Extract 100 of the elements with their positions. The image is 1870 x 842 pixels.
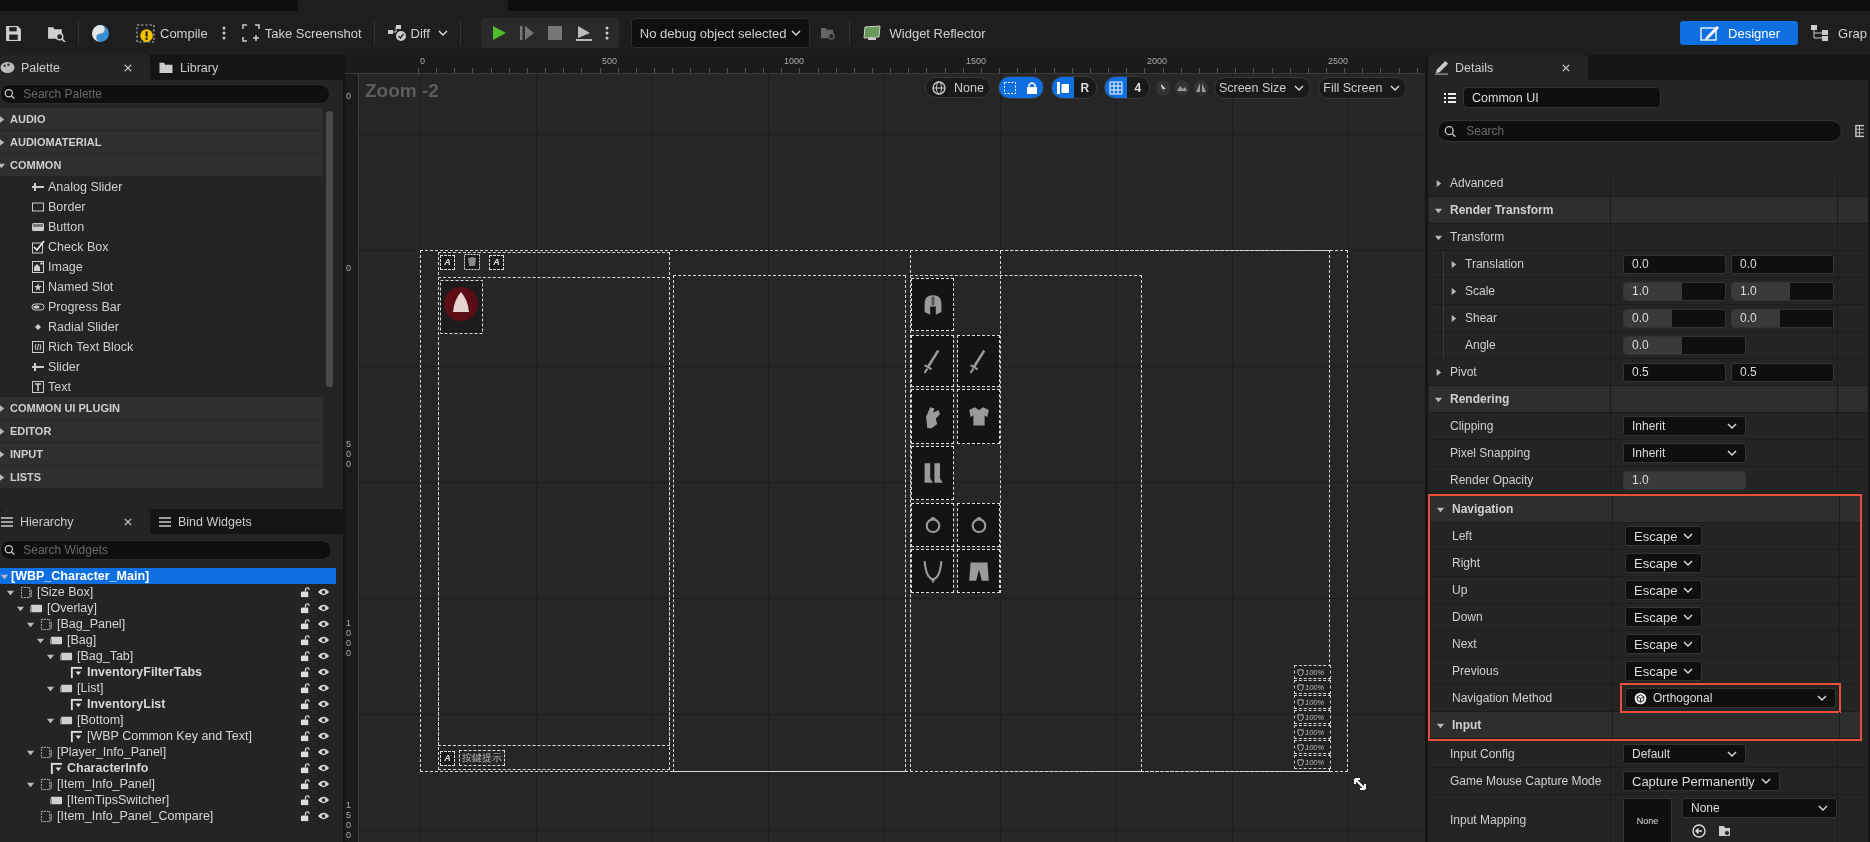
lock-icon[interactable]	[300, 794, 311, 806]
eye-icon[interactable]	[317, 619, 330, 629]
category-field[interactable]: Common UI	[1463, 87, 1661, 108]
debug-object-dropdown[interactable]: No debug object selected	[630, 18, 810, 48]
tree-item[interactable]: [List]	[0, 680, 336, 696]
number-field[interactable]: 1.0	[1623, 281, 1726, 301]
eject-icon[interactable]	[574, 25, 593, 41]
equipment-slot[interactable]	[957, 389, 1000, 444]
tree-item[interactable]: [Bottom]	[0, 712, 336, 728]
palette-item[interactable]: Button	[0, 217, 323, 237]
diff-button[interactable]: Diff	[386, 24, 448, 42]
close-icon[interactable]	[1562, 63, 1570, 72]
palette-category[interactable]: COMMON	[0, 154, 323, 177]
tree-item[interactable]: [Player_Info_Panel]	[0, 744, 336, 760]
lock-icon[interactable]	[300, 746, 311, 758]
mirror-icon[interactable]	[1192, 79, 1209, 96]
search-field[interactable]: Search Palette	[0, 84, 330, 104]
lock-icon[interactable]	[300, 778, 311, 790]
view-toggle[interactable]	[1051, 77, 1074, 98]
dropdown[interactable]: Escape	[1625, 607, 1703, 627]
lock-icon[interactable]	[300, 666, 311, 678]
search-input[interactable]: Search	[1464, 123, 1841, 139]
palette-item[interactable]: Analog Slider	[0, 177, 323, 197]
tree-item[interactable]: CharacterInfo	[0, 760, 336, 776]
asset-thumbnail[interactable]: None	[1623, 797, 1672, 842]
resize-arrow-icon[interactable]	[1353, 777, 1367, 791]
equipment-slot[interactable]	[911, 503, 954, 547]
lock-icon[interactable]	[300, 762, 311, 774]
equipment-slot[interactable]	[911, 278, 954, 331]
text-widget[interactable]: A	[440, 750, 455, 766]
mode-tab[interactable]: Grap	[1810, 21, 1867, 45]
tree-item[interactable]: [Item_Info_Panel]	[0, 776, 336, 792]
search-input[interactable]: Search Palette	[21, 86, 329, 102]
palette-item[interactable]: Progress Bar	[0, 297, 323, 317]
caret-icon[interactable]	[0, 403, 6, 413]
eye-icon[interactable]	[317, 683, 330, 693]
fill-screen-dropdown[interactable]: Fill Screen	[1318, 76, 1408, 99]
browse-folder-icon[interactable]	[1718, 823, 1732, 838]
equipment-slot[interactable]	[957, 503, 1000, 547]
eye-icon[interactable]	[317, 651, 330, 661]
caret-icon[interactable]	[1434, 178, 1443, 188]
caret-icon[interactable]	[0, 472, 6, 482]
stop-icon[interactable]	[546, 25, 563, 41]
equipment-slot[interactable]	[957, 335, 1000, 387]
save-icon[interactable]	[5, 24, 22, 42]
key-hint-text[interactable]: 按鍵提示	[459, 750, 505, 766]
caret-icon[interactable]	[0, 137, 6, 147]
number-field[interactable]: 0.0	[1623, 335, 1746, 355]
number-field[interactable]: 0.0	[1623, 254, 1726, 274]
view-toggle[interactable]: 4	[1126, 77, 1149, 98]
panel-tab[interactable]: Bind Widgets	[150, 509, 300, 534]
picture-icon[interactable]	[1173, 79, 1190, 96]
equipment-slot[interactable]	[911, 389, 954, 444]
palette-category[interactable]: AUDIO	[0, 108, 323, 131]
dropdown[interactable]: Inherit	[1623, 443, 1746, 463]
palette-category[interactable]: LISTS	[0, 466, 323, 489]
text-widget[interactable]: A	[440, 254, 455, 270]
folder-search-icon[interactable]	[819, 25, 837, 41]
world-button[interactable]: None	[925, 77, 991, 98]
cursor-icon[interactable]	[1154, 79, 1171, 96]
scrollbar[interactable]	[326, 111, 333, 387]
text-widget[interactable]: A	[489, 254, 504, 270]
lock-icon[interactable]	[300, 650, 311, 662]
palette-category[interactable]: COMMON UI PLUGIN	[0, 397, 323, 420]
dropdown[interactable]: Orthogonal	[1625, 688, 1836, 708]
number-field[interactable]: 0.0	[1623, 308, 1726, 328]
tree-item[interactable]: InventoryList	[0, 696, 336, 712]
palette-item[interactable]: Rich Text Block	[0, 337, 323, 357]
dropdown[interactable]: Escape	[1625, 580, 1703, 600]
lock-icon[interactable]	[300, 586, 311, 598]
number-field[interactable]: 0.0	[1731, 254, 1834, 274]
emblem-icon[interactable]	[440, 280, 483, 334]
browse-icon[interactable]	[47, 24, 66, 42]
caret-icon[interactable]	[0, 426, 6, 436]
palette-item[interactable]: Image	[0, 257, 323, 277]
settings-globe-icon[interactable]	[91, 23, 110, 43]
view-toggle[interactable]	[1104, 77, 1127, 98]
panel-tab[interactable]: Details	[1428, 55, 1588, 80]
search-input[interactable]: Search Widgets	[21, 542, 331, 558]
panel-tab[interactable]: Palette	[0, 55, 150, 80]
dropdown[interactable]: Escape	[1625, 661, 1703, 681]
eye-icon[interactable]	[317, 667, 330, 677]
view-toggle[interactable]	[998, 77, 1021, 98]
palette-item[interactable]: Text	[0, 377, 323, 397]
lock-icon[interactable]	[300, 634, 311, 646]
number-field[interactable]: 1.0	[1623, 470, 1746, 490]
eye-icon[interactable]	[317, 795, 330, 805]
palette-category[interactable]: AUDIOMATERIAL	[0, 131, 323, 154]
dropdown[interactable]: Escape	[1625, 526, 1703, 546]
caret-icon[interactable]	[0, 449, 6, 459]
more-options-icon[interactable]	[604, 26, 609, 40]
list-icon[interactable]	[1443, 91, 1457, 104]
eye-icon[interactable]	[317, 635, 330, 645]
dropdown[interactable]: Default	[1623, 744, 1746, 764]
frame-skip-icon[interactable]	[518, 25, 535, 41]
widget-bounds[interactable]: A A A 按鍵提示	[438, 252, 670, 770]
tree-item[interactable]: [Bag]	[0, 632, 336, 648]
caret-icon[interactable]	[1449, 259, 1458, 269]
tree-item[interactable]: [Bag_Panel]	[0, 616, 336, 632]
caret-icon[interactable]	[1449, 286, 1458, 296]
